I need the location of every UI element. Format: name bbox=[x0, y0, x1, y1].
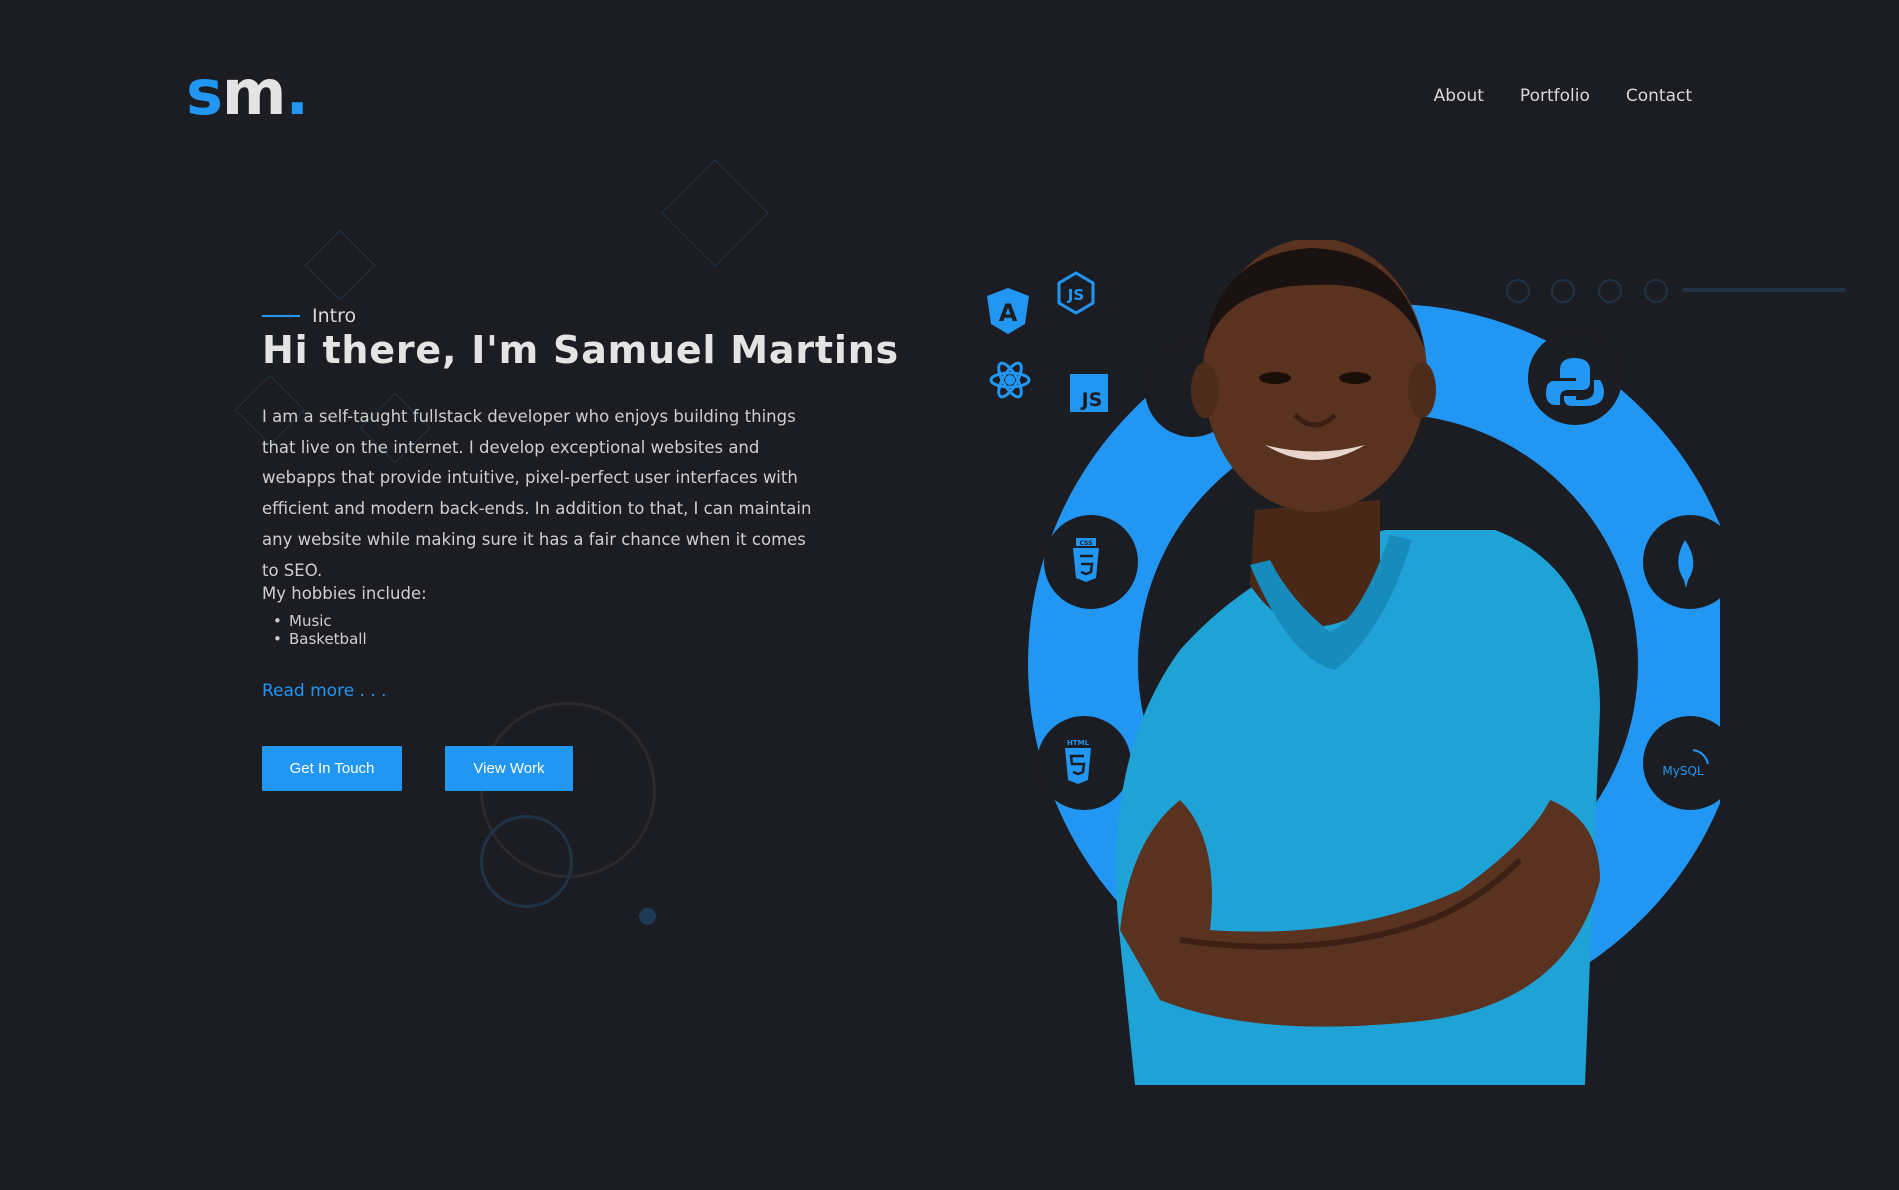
hobby-item: Basketball bbox=[273, 630, 367, 648]
hobbies-list: Music Basketball bbox=[273, 612, 367, 648]
eye-left bbox=[1259, 372, 1291, 384]
decor-dot bbox=[639, 908, 656, 925]
decor-diamond-large bbox=[661, 159, 769, 267]
nav-about[interactable]: About bbox=[1434, 86, 1484, 106]
svg-text:HTML: HTML bbox=[1067, 739, 1090, 747]
svg-text:CSS: CSS bbox=[1080, 540, 1093, 547]
logo-s: s bbox=[186, 56, 223, 129]
css-icon: CSS bbox=[1073, 538, 1099, 582]
svg-text:MySQL: MySQL bbox=[1662, 764, 1704, 778]
nav-portfolio[interactable]: Portfolio bbox=[1520, 86, 1590, 106]
react-icon bbox=[989, 361, 1031, 399]
read-more-link[interactable]: Read more . . . bbox=[262, 681, 387, 701]
intro-label: Intro bbox=[312, 305, 357, 327]
view-work-button[interactable]: View Work bbox=[445, 746, 573, 791]
angular-icon: A bbox=[987, 288, 1029, 334]
nav-contact[interactable]: Contact bbox=[1626, 86, 1692, 106]
hero-illustration: A JS JS CSS HTML MySQL bbox=[987, 240, 1720, 1085]
svg-text:A: A bbox=[999, 299, 1018, 327]
ear-left bbox=[1191, 362, 1219, 418]
bio-paragraph: I am a self-taught fullstack developer w… bbox=[262, 407, 812, 580]
ear-right bbox=[1408, 362, 1436, 418]
intro-label-group: Intro bbox=[262, 305, 356, 327]
svg-text:JS: JS bbox=[1080, 389, 1103, 411]
logo-m: m bbox=[221, 56, 287, 129]
decor-diamond-small bbox=[304, 229, 376, 301]
eye-right bbox=[1339, 372, 1371, 384]
logo[interactable]: sm. bbox=[186, 62, 309, 124]
logo-dot: . bbox=[285, 56, 310, 129]
hobby-item: Music bbox=[273, 612, 367, 630]
hobbies-title: My hobbies include: bbox=[262, 584, 427, 603]
decor-ring-small bbox=[480, 815, 573, 908]
get-in-touch-button[interactable]: Get In Touch bbox=[262, 746, 402, 791]
nodejs-icon: JS bbox=[1057, 271, 1095, 315]
intro-line bbox=[262, 315, 300, 317]
svg-text:JS: JS bbox=[1067, 286, 1084, 304]
page-title: Hi there, I'm Samuel Martins bbox=[262, 328, 899, 372]
html-icon: HTML bbox=[1065, 739, 1091, 784]
javascript-icon: JS bbox=[1070, 374, 1108, 412]
main-nav: About Portfolio Contact bbox=[1434, 86, 1692, 106]
